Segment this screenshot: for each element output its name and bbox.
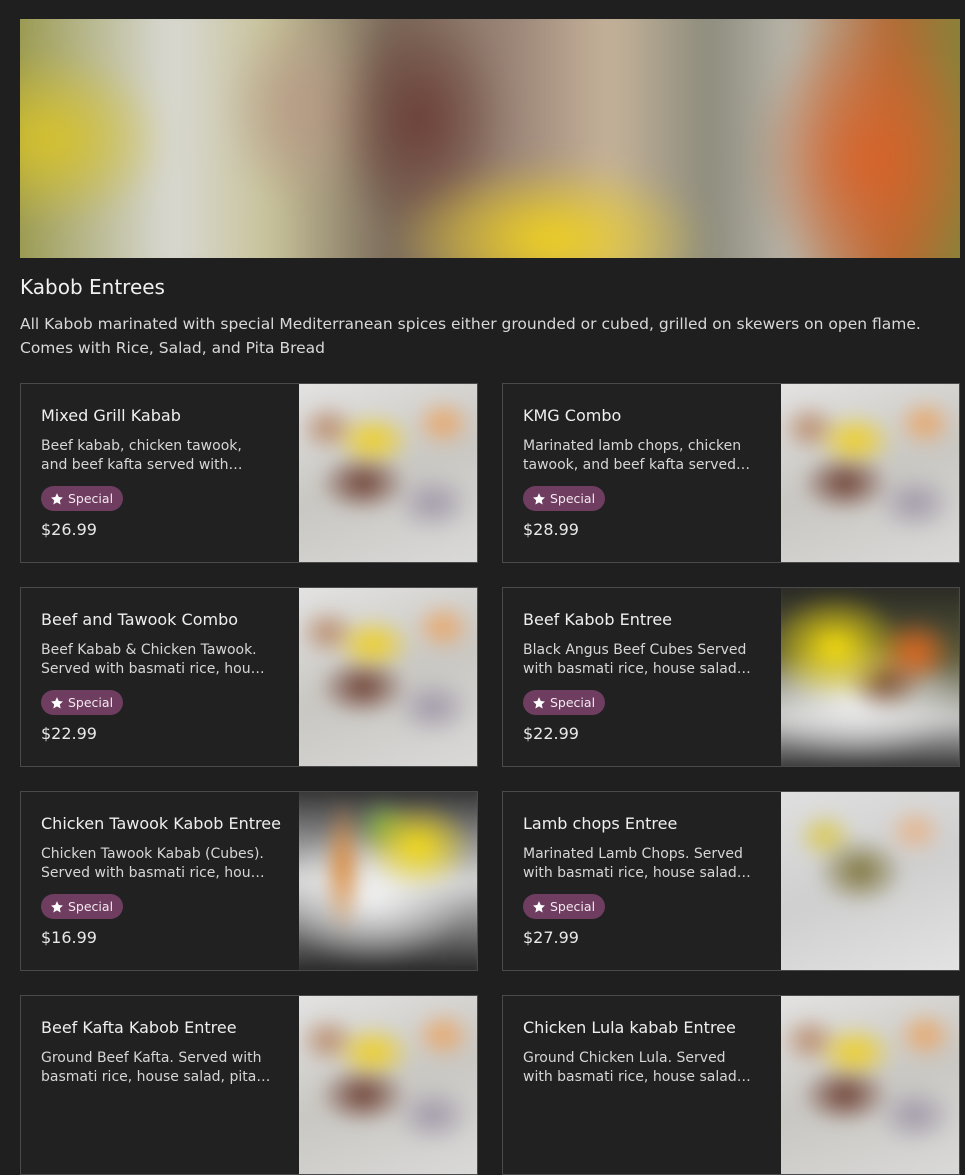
item-description: Marinated Lamb Chops. Served with basmat… — [523, 846, 743, 881]
menu-item-card[interactable]: Beef Kafta Kabob Entree Ground Beef Kaft… — [20, 995, 478, 1175]
badge-label: Special — [68, 695, 114, 710]
star-icon — [51, 696, 63, 708]
menu-item-card[interactable]: Lamb chops Entree Marinated Lamb Chops. … — [502, 791, 960, 971]
section-banner-image — [20, 19, 960, 258]
item-description: Black Angus Beef Cubes Served with basma… — [523, 642, 747, 677]
star-icon — [51, 900, 63, 912]
menu-item-card[interactable]: Mixed Grill Kabab Beef kabab, chicken ta… — [20, 383, 478, 563]
item-name: Beef Kabob Entree — [523, 610, 673, 629]
item-photo — [299, 588, 477, 766]
star-icon — [51, 492, 63, 504]
special-badge: Special — [41, 486, 124, 511]
item-photo — [299, 384, 477, 562]
item-price: $16.99 — [41, 928, 97, 947]
menu-item-card[interactable]: KMG Combo Marinated lamb chops, chicken … — [502, 383, 960, 563]
item-name: Mixed Grill Kabab — [41, 406, 181, 425]
menu-item-card[interactable]: Beef Kabob Entree Black Angus Beef Cubes… — [502, 587, 960, 767]
item-photo — [781, 792, 959, 970]
badge-label: Special — [550, 899, 596, 914]
star-icon — [533, 696, 545, 708]
section-title: Kabob Entrees — [20, 275, 165, 299]
item-price: $27.99 — [523, 928, 579, 947]
item-photo — [299, 996, 477, 1174]
special-badge: Special — [41, 894, 124, 919]
item-price: $28.99 — [523, 520, 579, 539]
item-name: Beef and Tawook Combo — [41, 610, 239, 629]
section-description: All Kabob marinated with special Mediter… — [20, 315, 921, 357]
item-description: Ground Beef Kafta. Served with basmati r… — [41, 1050, 262, 1085]
item-photo — [781, 588, 959, 766]
item-description: Ground Chicken Lula. Served with basmati… — [523, 1050, 742, 1085]
item-name: Chicken Tawook Kabob Entree — [41, 814, 281, 833]
item-name: Lamb chops Entree — [523, 814, 678, 833]
badge-label: Special — [68, 491, 114, 506]
badge-label: Special — [68, 899, 114, 914]
menu-item-card[interactable]: Chicken Lula kabab Entree Ground Chicken… — [502, 995, 960, 1175]
item-name: Chicken Lula kabab Entree — [523, 1018, 736, 1037]
badge-label: Special — [550, 491, 596, 506]
item-price: $26.99 — [41, 520, 97, 539]
badge-label: Special — [550, 695, 596, 710]
item-photo — [781, 384, 959, 562]
special-badge: Special — [41, 690, 124, 715]
item-photo — [781, 996, 959, 1174]
special-badge: Special — [523, 486, 606, 511]
item-name: KMG Combo — [523, 406, 622, 425]
item-name: Beef Kafta Kabob Entree — [41, 1018, 237, 1037]
star-icon — [533, 492, 545, 504]
item-description: Beef Kabab & Chicken Tawook. Served with… — [41, 642, 267, 677]
menu-item-card[interactable]: Beef and Tawook Combo Beef Kabab & Chick… — [20, 587, 478, 767]
item-price: $22.99 — [41, 724, 97, 743]
item-description: Marinated lamb chops, chicken tawook, an… — [523, 438, 742, 473]
item-description: Beef kabab, chicken tawook, and beef kaf… — [41, 438, 242, 473]
special-badge: Special — [523, 894, 606, 919]
item-photo — [299, 792, 477, 970]
item-price: $22.99 — [523, 724, 579, 743]
menu-item-card[interactable]: Chicken Tawook Kabob Entree Chicken Tawo… — [20, 791, 478, 971]
item-description: Chicken Tawook Kabab (Cubes). Served wit… — [41, 846, 267, 881]
star-icon — [533, 900, 545, 912]
special-badge: Special — [523, 690, 606, 715]
